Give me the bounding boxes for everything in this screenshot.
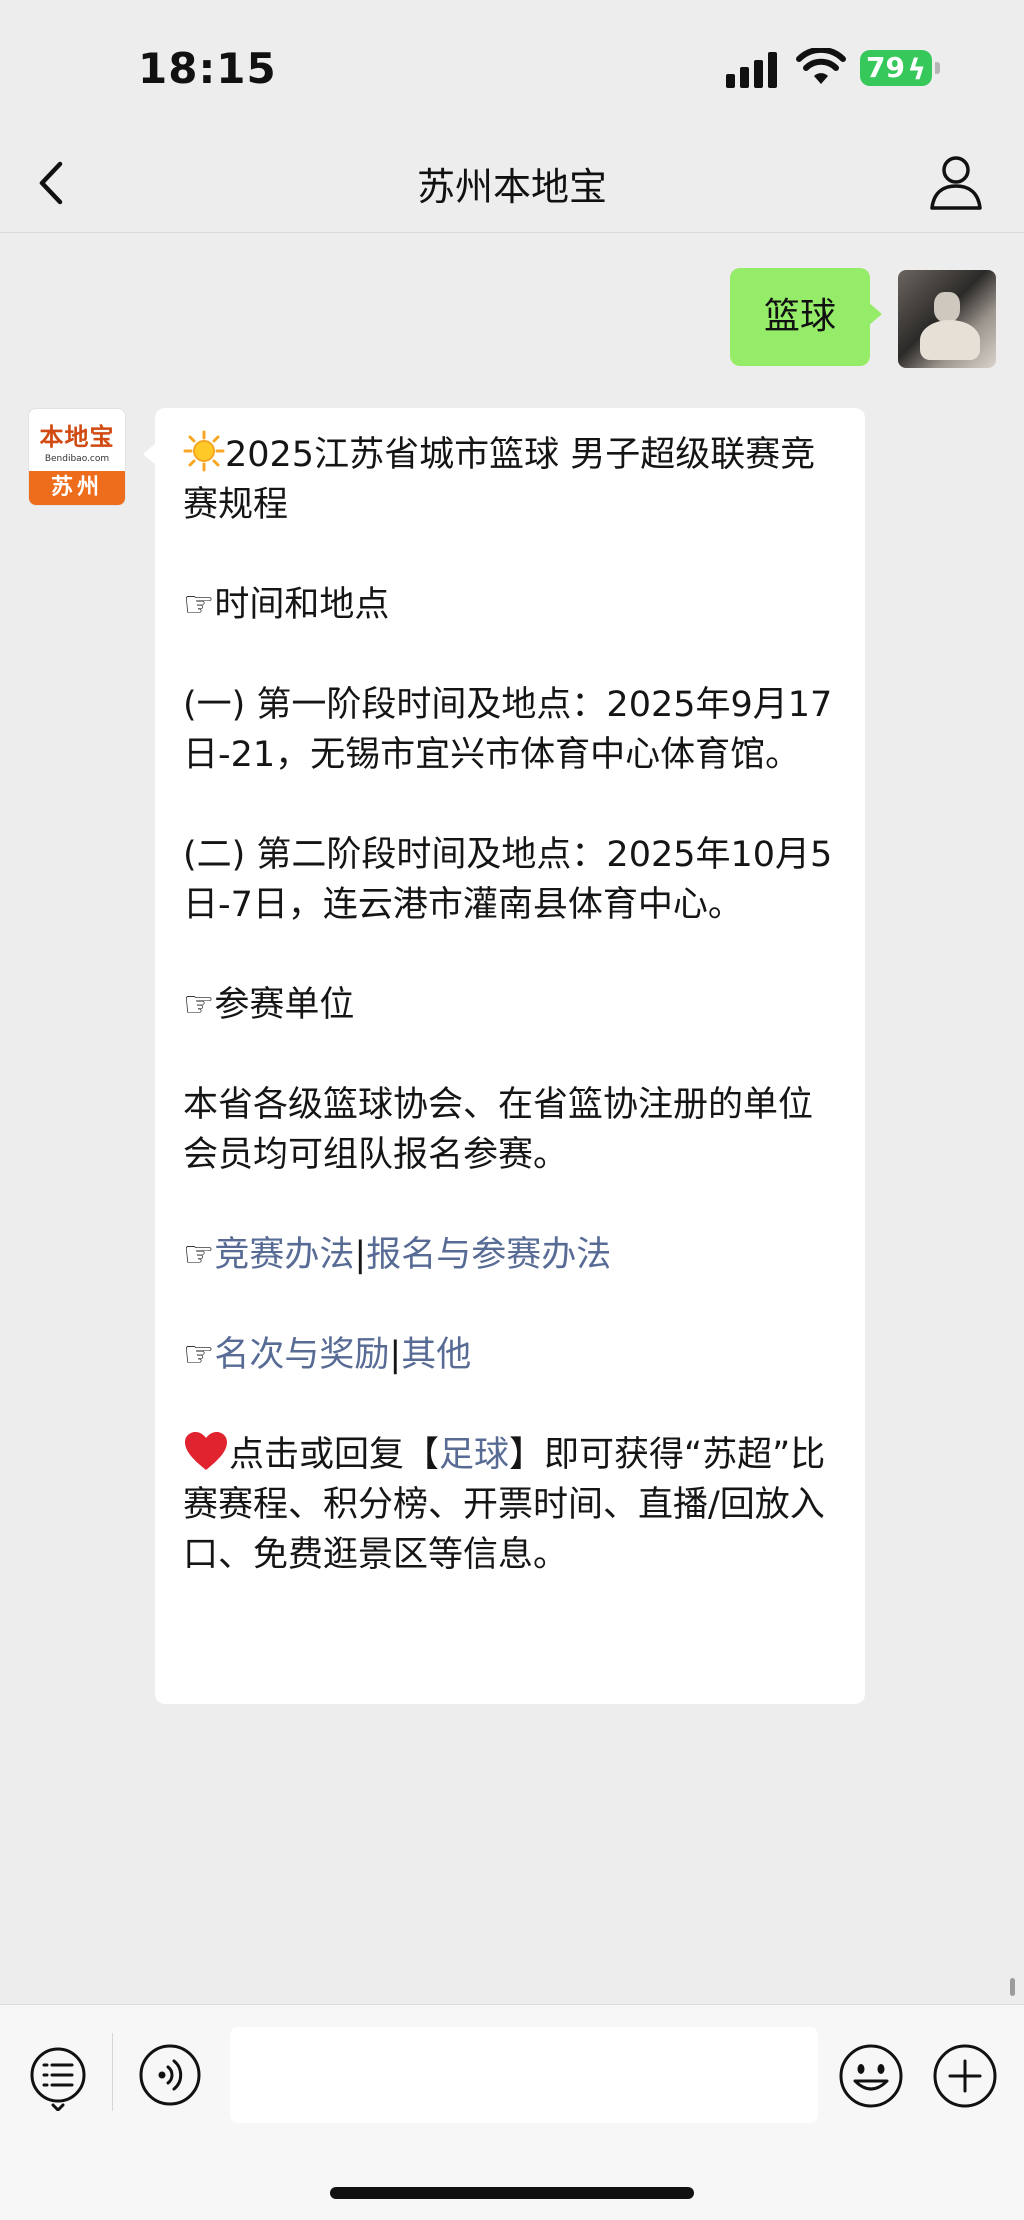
section1-title: 时间和地点 [214, 585, 390, 625]
wifi-icon [796, 48, 846, 84]
bot-logo-text: 本地宝 [39, 423, 115, 451]
section2-title: 参赛单位 [214, 985, 355, 1025]
section1-paragraph: ☞时间和地点 [183, 580, 843, 630]
link-competition-rules[interactable]: 竞赛办法 [214, 1235, 354, 1275]
footer-text-1: 点击或回复【 [229, 1435, 440, 1475]
links-row-1: ☞竞赛办法|报名与参赛办法 [183, 1230, 843, 1280]
bot-avatar[interactable]: 本地宝 Bendibao.com 苏州 [28, 408, 126, 506]
toolbar-divider [112, 2033, 113, 2111]
stage2-text: (二) 第二阶段时间及地点：2025年10月5日-7日，连云港市灌南县体育中心。 [183, 835, 833, 925]
bot-message-content: 2025江苏省城市篮球 男子超级联赛竞赛规程 ☞时间和地点 (一) 第一阶段时间… [183, 430, 843, 1580]
voice-icon[interactable] [138, 2043, 202, 2107]
battery-charging-icon: 79 ϟ [860, 50, 940, 86]
link-separator: | [354, 1235, 367, 1275]
home-indicator[interactable] [330, 2187, 694, 2199]
link-separator: | [389, 1335, 402, 1375]
pointing-hand-icon: ☞ [183, 985, 215, 1025]
pointing-hand-icon: ☞ [183, 1235, 215, 1275]
links-row-2: ☞名次与奖励|其他 [183, 1330, 843, 1380]
headline-text: 2025江苏省城市篮球 男子超级联赛竞赛规程 [183, 435, 816, 525]
emoji-icon[interactable] [838, 2043, 904, 2109]
plus-icon[interactable] [932, 2043, 998, 2109]
person-icon[interactable] [928, 152, 984, 212]
link-football[interactable]: 足球 [439, 1435, 509, 1475]
user-message-text: 篮球 [763, 296, 836, 337]
status-time: 18:15 [138, 44, 277, 93]
status-bar: 18:15 79 ϟ [0, 0, 1024, 130]
bot-message-bubble[interactable]: 2025江苏省城市篮球 男子超级联赛竞赛规程 ☞时间和地点 (一) 第一阶段时间… [143, 408, 865, 1704]
stage1-text: (一) 第一阶段时间及地点：2025年9月17日-21，无锡市宜兴市体育中心体育… [183, 685, 833, 775]
link-registration-rules[interactable]: 报名与参赛办法 [366, 1235, 611, 1275]
bot-city-text: 苏州 [29, 471, 125, 505]
chat-title: 苏州本地宝 [416, 165, 607, 209]
link-other[interactable]: 其他 [401, 1335, 471, 1375]
avatar-photo-part [934, 292, 960, 322]
bot-site-text: Bendibao.com [44, 454, 110, 464]
participants-text: 本省各级篮球协会、在省篮协注册的单位会员均可组队报名参赛。 [183, 1085, 814, 1175]
user-avatar[interactable] [898, 270, 996, 368]
headline-paragraph: 2025江苏省城市篮球 男子超级联赛竞赛规程 [183, 430, 843, 530]
footer-paragraph: 点击或回复【足球】即可获得“苏超”比赛赛程、积分榜、开票时间、直播/回放入口、免… [183, 1430, 843, 1580]
avatar-photo-part [920, 320, 980, 360]
pointing-hand-icon: ☞ [183, 1335, 215, 1375]
section2-paragraph: ☞参赛单位 [183, 980, 843, 1030]
signal-icon [726, 52, 777, 88]
red-heart-icon [185, 1432, 227, 1470]
sun-icon [183, 430, 225, 472]
pointing-hand-icon: ☞ [183, 585, 215, 625]
chat-header: 苏州本地宝 [0, 130, 1024, 233]
message-input[interactable] [230, 2027, 818, 2123]
scrollbar[interactable] [1010, 1978, 1015, 1996]
user-message-bubble[interactable]: 篮球 [730, 268, 882, 366]
menu-list-icon[interactable] [28, 2045, 88, 2111]
bot-avatar-logo: 本地宝 Bendibao.com [29, 409, 125, 471]
bolt-icon: ϟ [907, 53, 926, 86]
battery-level: 79 [866, 51, 905, 84]
link-rankings-awards[interactable]: 名次与奖励 [214, 1335, 389, 1375]
